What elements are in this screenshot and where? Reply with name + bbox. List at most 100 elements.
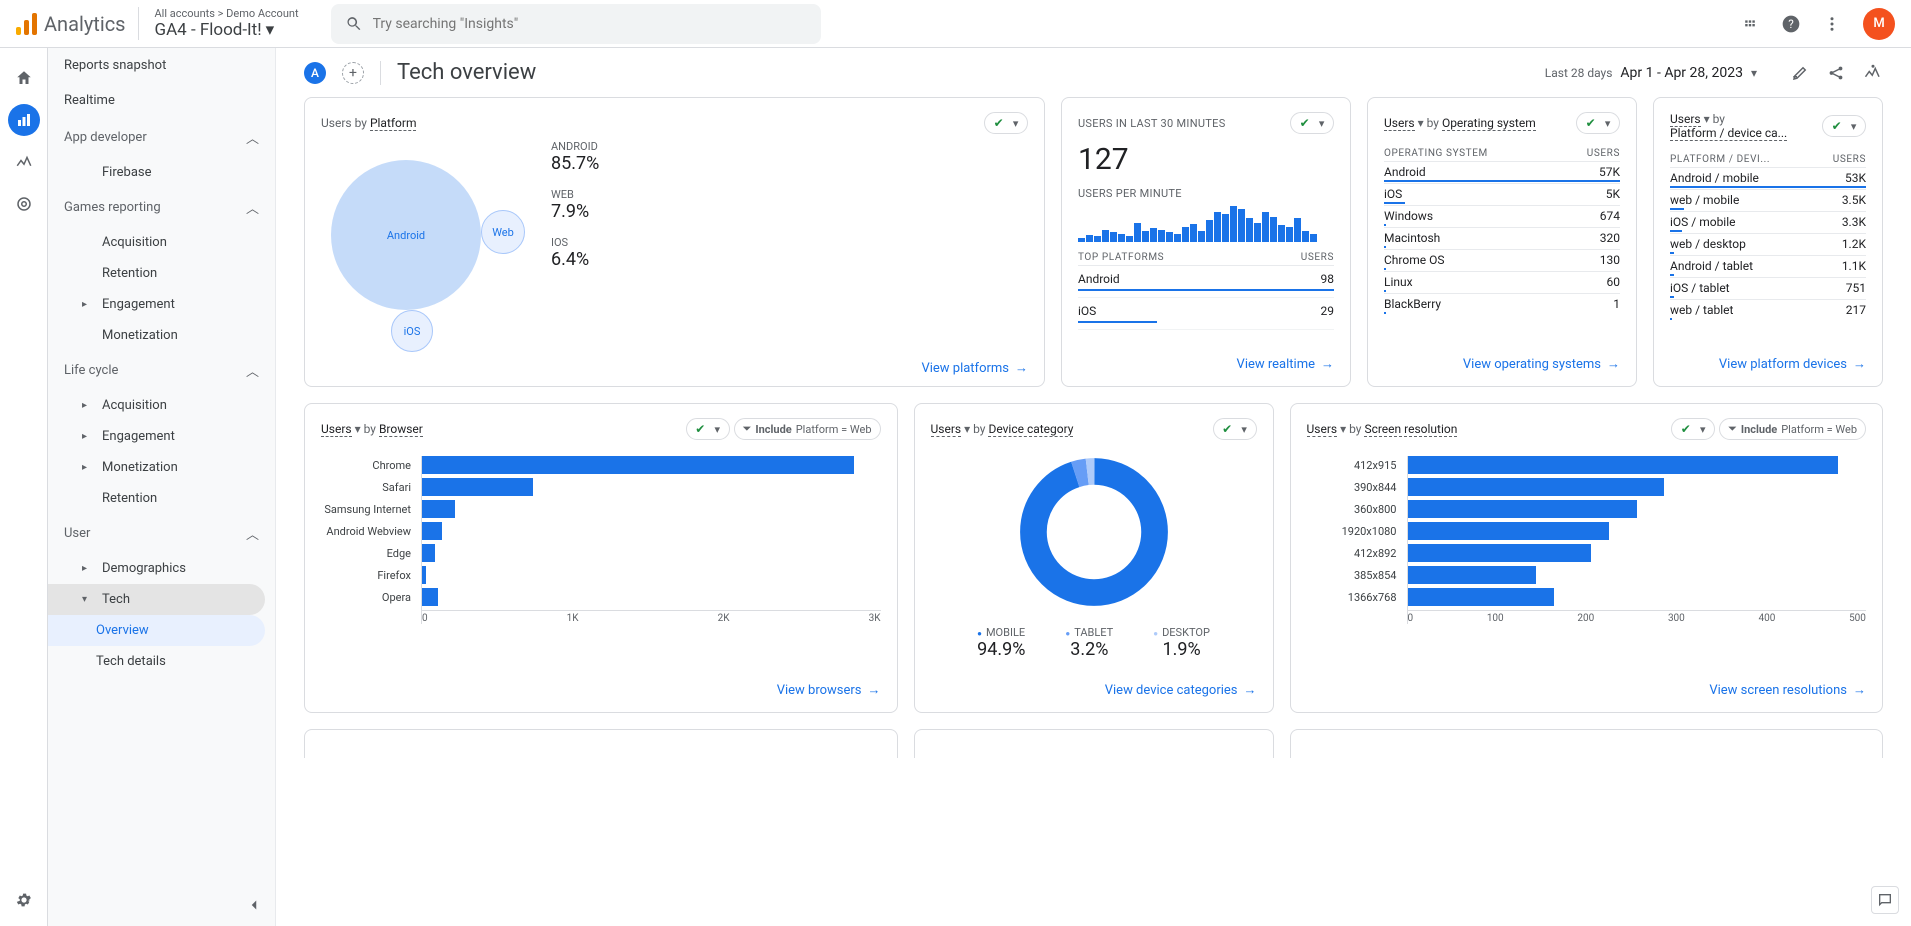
hbar-bar[interactable] (1408, 566, 1536, 584)
list-row[interactable]: Macintosh320 (1384, 227, 1620, 249)
hbar-bar[interactable] (422, 566, 426, 584)
hbar-bar[interactable] (1408, 522, 1610, 540)
card-status-chip[interactable]: ✔▾ (1213, 418, 1257, 440)
card-status-chip[interactable]: ✔▾ (1671, 418, 1715, 440)
nav-realtime[interactable]: Realtime (48, 83, 275, 118)
view-device-categories-link[interactable]: View device categories→ (1105, 682, 1257, 698)
metric-selector[interactable]: Users (1670, 112, 1701, 127)
nav-snapshot[interactable]: Reports snapshot (48, 48, 275, 83)
list-row[interactable]: Linux60 (1384, 271, 1620, 293)
hbar-bar[interactable] (1408, 544, 1591, 562)
list-row[interactable]: Android57K (1384, 161, 1620, 183)
view-browsers-link[interactable]: View browsers→ (777, 682, 881, 698)
metric-selector[interactable]: Users (1307, 422, 1338, 437)
hbar-bar[interactable] (1408, 456, 1839, 474)
filter-chip[interactable]: ⏷IncludePlatform = Web (734, 418, 881, 440)
rail-admin[interactable] (8, 884, 40, 916)
nav-games-acquisition[interactable]: Acquisition (48, 227, 275, 258)
insights-icon[interactable] (1863, 64, 1883, 82)
nav-lc-engagement[interactable]: ▸Engagement (48, 421, 275, 452)
rail-reports[interactable] (8, 104, 40, 136)
view-realtime-link[interactable]: View realtime→ (1237, 356, 1334, 372)
add-comparison-button[interactable]: + (342, 62, 364, 84)
help-icon[interactable]: ? (1781, 14, 1801, 34)
dimension-selector[interactable]: Screen resolution (1364, 422, 1457, 437)
search-box[interactable] (331, 4, 821, 44)
bubble-android[interactable]: Android (331, 160, 481, 310)
nav-lc-monetization[interactable]: ▸Monetization (48, 452, 275, 483)
nav-tech-details[interactable]: Tech details (48, 646, 275, 677)
card-status-chip[interactable]: ✔▾ (1822, 115, 1866, 137)
nav-games-retention[interactable]: Retention (48, 258, 275, 289)
list-row[interactable]: web / tablet217 (1670, 299, 1866, 321)
nav-tech[interactable]: ▾Tech (48, 584, 265, 615)
card-status-chip[interactable]: ✔▾ (1576, 112, 1620, 134)
list-row[interactable]: BlackBerry1 (1384, 293, 1620, 315)
hbar-bar[interactable] (422, 522, 442, 540)
card-status-chip[interactable]: ✔▾ (984, 112, 1028, 134)
metric-selector[interactable]: Users (321, 422, 352, 437)
nav-tech-overview[interactable]: Overview (48, 615, 265, 646)
nav-section-lifecycle[interactable]: Life cycle︿ (48, 351, 275, 390)
view-os-link[interactable]: View operating systems→ (1463, 356, 1620, 372)
nav-games-monetization[interactable]: Monetization (48, 320, 275, 351)
nav-section-user[interactable]: User︿ (48, 514, 275, 553)
nav-firebase[interactable]: Firebase (48, 157, 275, 188)
product-logo[interactable]: Analytics (16, 12, 126, 36)
hbar-bar[interactable] (422, 456, 854, 474)
search-input[interactable] (373, 16, 807, 32)
list-row[interactable]: Android / mobile53K (1670, 167, 1866, 189)
hbar-bar[interactable] (422, 478, 533, 496)
view-platforms-link[interactable]: View platforms→ (921, 360, 1028, 376)
list-row[interactable]: Chrome OS130 (1384, 249, 1620, 271)
card-status-chip[interactable]: ✔▾ (686, 418, 730, 440)
metric-selector[interactable]: Users (931, 422, 962, 437)
more-vert-icon[interactable] (1823, 15, 1841, 33)
edit-report-icon[interactable] (1791, 64, 1809, 82)
card-status-chip[interactable]: ✔▾ (1290, 112, 1334, 134)
nav-collapse-button[interactable] (245, 896, 263, 914)
dimension-selector[interactable]: Operating system (1442, 116, 1536, 131)
share-icon[interactable] (1827, 64, 1845, 82)
feedback-button[interactable] (1871, 886, 1899, 914)
hbar-bar[interactable] (1408, 588, 1555, 606)
account-selector[interactable]: All accounts > Demo Account GA4 - Flood-… (138, 7, 299, 41)
list-row[interactable]: web / desktop1.2K (1670, 233, 1866, 255)
nav-lc-retention[interactable]: Retention (48, 483, 275, 514)
bubble-ios[interactable]: iOS (391, 310, 433, 352)
hbar-bar[interactable] (422, 544, 435, 562)
hbar-bar[interactable] (422, 500, 455, 518)
nav-demographics[interactable]: ▸Demographics (48, 553, 275, 584)
dimension-selector[interactable]: Platform / device ca... (1670, 126, 1787, 141)
realtime-platform-row[interactable]: iOS29 (1078, 298, 1334, 330)
rail-advertising[interactable] (8, 188, 40, 220)
hbar-bar[interactable] (422, 588, 438, 606)
dimension-selector[interactable]: Browser (379, 422, 423, 437)
list-row[interactable]: iOS / mobile3.3K (1670, 211, 1866, 233)
audience-chip[interactable]: A (304, 62, 326, 84)
metric-selector[interactable]: Users (1384, 116, 1415, 131)
hbar-bar[interactable] (1408, 478, 1665, 496)
list-row[interactable]: Windows674 (1384, 205, 1620, 227)
dimension-selector[interactable]: Platform (370, 116, 417, 131)
apps-icon[interactable] (1741, 15, 1759, 33)
rail-explore[interactable] (8, 146, 40, 178)
nav-lc-acquisition[interactable]: ▸Acquisition (48, 390, 275, 421)
bubble-web[interactable]: Web (481, 210, 525, 254)
nav-section-appdev[interactable]: App developer︿ (48, 118, 275, 157)
avatar[interactable]: M (1863, 8, 1895, 40)
nav-section-games[interactable]: Games reporting︿ (48, 188, 275, 227)
list-row[interactable]: Android / tablet1.1K (1670, 255, 1866, 277)
view-screen-resolutions-link[interactable]: View screen resolutions→ (1709, 682, 1866, 698)
list-row[interactable]: iOS / tablet751 (1670, 277, 1866, 299)
list-row[interactable]: web / mobile3.5K (1670, 189, 1866, 211)
filter-chip[interactable]: ⏷IncludePlatform = Web (1719, 418, 1866, 440)
dimension-selector[interactable]: Device category (988, 422, 1073, 437)
hbar-bar[interactable] (1408, 500, 1637, 518)
view-platform-devices-link[interactable]: View platform devices→ (1719, 356, 1866, 372)
rail-home[interactable] (8, 62, 40, 94)
realtime-platform-row[interactable]: Android98 (1078, 266, 1334, 298)
date-range-picker[interactable]: Last 28 days Apr 1 - Apr 28, 2023 ▾ (1545, 65, 1757, 81)
nav-games-engagement[interactable]: ▸Engagement (48, 289, 275, 320)
list-row[interactable]: iOS5K (1384, 183, 1620, 205)
